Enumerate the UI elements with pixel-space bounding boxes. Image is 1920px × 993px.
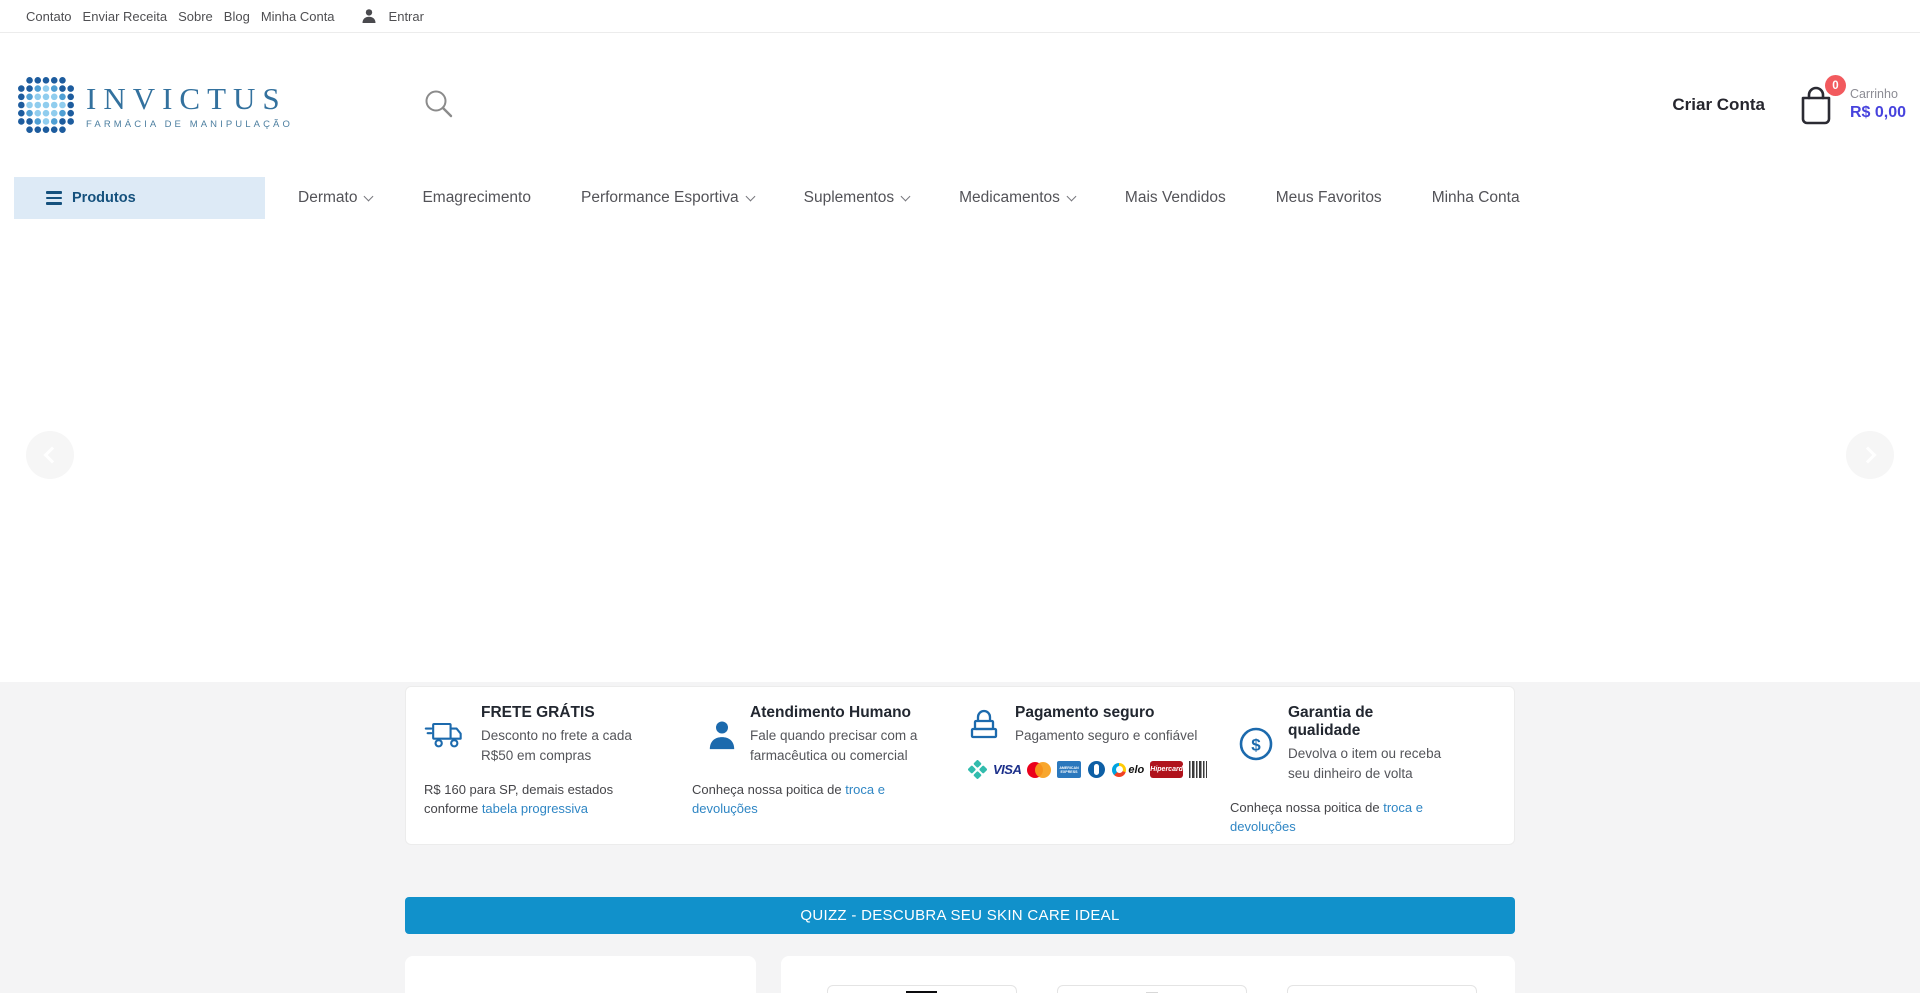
product-card[interactable] [1057,985,1247,993]
hipercard-icon: Hipercard [1150,761,1183,778]
header: INVICTUS FARMÁCIA DE MANIPULAÇÃO Criar C… [0,33,1920,177]
bottom-left-card [405,956,756,993]
hamburger-icon [46,191,62,204]
login-link[interactable]: Entrar [389,9,424,24]
cart-info[interactable]: Carrinho R$ 0,00 [1850,87,1906,123]
svg-text:$: $ [1251,736,1261,755]
boleto-barcode-icon [1189,761,1207,778]
products-menu-button[interactable]: Produtos [14,177,265,219]
elo-icon: elo [1112,761,1144,778]
topbar-link-enviar-receita[interactable]: Enviar Receita [83,9,168,24]
logo[interactable]: INVICTUS FARMÁCIA DE MANIPULAÇÃO [14,73,293,137]
nav-item-emagrecimento[interactable]: Emagrecimento [422,189,531,207]
nav-links: Dermato Emagrecimento Performance Esport… [298,189,1520,207]
topbar-link-contato[interactable]: Contato [26,9,72,24]
logo-text: INVICTUS FARMÁCIA DE MANIPULAÇÃO [86,81,293,130]
benefit-footer: Conheça nossa poitica de troca e devoluç… [692,780,924,818]
bottom-cards-row [405,956,1515,993]
logo-dots-icon [14,73,78,137]
truck-icon [424,718,468,752]
main-nav: Produtos Dermato Emagrecimento Performan… [0,177,1920,219]
hero-carousel [0,219,1920,682]
chevron-left-icon [44,447,61,464]
products-menu-label: Produtos [72,190,136,206]
benefit-description: Fale quando precisar com a farmacêutica … [750,726,928,766]
cart-label: Carrinho [1850,87,1906,103]
diners-icon [1087,761,1106,778]
product-card[interactable] [827,985,1017,993]
benefit-title: Atendimento Humano [750,704,928,722]
money-back-icon: $ [1237,725,1275,763]
benefit-title: Garantia de qualidade [1288,704,1448,740]
carousel-prev-button[interactable] [26,431,74,479]
topbar-link-minha-conta[interactable]: Minha Conta [261,9,335,24]
topbar-link-blog[interactable]: Blog [224,9,250,24]
chevron-down-icon [901,191,911,201]
products-preview-card [781,956,1515,993]
topbar-link-sobre[interactable]: Sobre [178,9,213,24]
benefit-atendimento: Atendimento Humano Fale quando precisar … [667,704,942,844]
cart-total: R$ 0,00 [1850,103,1906,123]
lock-icon [966,708,1002,742]
nav-item-performance-esportiva[interactable]: Performance Esportiva [581,189,754,207]
benefit-title: FRETE GRÁTIS [481,704,657,722]
header-right: Criar Conta 0 Carrinho R$ 0,00 [1672,83,1906,127]
search-icon [421,87,457,123]
create-account-button[interactable]: Criar Conta [1672,95,1765,115]
pix-icon [968,761,987,778]
search-button[interactable] [421,87,457,123]
nav-item-medicamentos[interactable]: Medicamentos [959,189,1075,207]
chevron-down-icon [364,191,374,201]
amex-icon: AMERICAN EXPRESS [1057,761,1082,778]
carousel-next-button[interactable] [1846,431,1894,479]
benefit-title: Pagamento seguro [1015,704,1197,722]
benefit-footer: Conheça nossa poitica de troca e devoluç… [1230,798,1462,836]
mastercard-icon [1027,761,1050,778]
quiz-banner-button[interactable]: QUIZZ - DESCUBRA SEU SKIN CARE IDEAL [405,897,1515,934]
benefit-description: Devolva o item ou receba seu dinheiro de… [1288,744,1448,784]
product-card[interactable] [1287,985,1477,993]
chevron-down-icon [745,191,755,201]
info-section: FRETE GRÁTIS Desconto no frete a cada R$… [0,682,1920,993]
nav-item-mais-vendidos[interactable]: Mais Vendidos [1125,189,1226,207]
payment-methods: VISA AMERICAN EXPRESS elo Hipercard [968,761,1207,778]
user-icon [360,7,378,25]
benefit-pagamento: Pagamento seguro Pagamento seguro e conf… [942,704,1217,844]
benefit-description: Pagamento seguro e confiável [1015,726,1197,746]
person-icon [707,719,737,751]
login-entry[interactable]: Entrar [360,7,435,25]
chevron-down-icon [1066,191,1076,201]
nav-item-suplementos[interactable]: Suplementos [804,189,909,207]
chevron-right-icon [1860,447,1877,464]
topbar: Contato Enviar Receita Sobre Blog Minha … [0,0,1920,33]
quiz-banner-label: QUIZZ - DESCUBRA SEU SKIN CARE IDEAL [800,907,1119,924]
tabela-progressiva-link[interactable]: tabela progressiva [482,801,588,816]
logo-tagline: FARMÁCIA DE MANIPULAÇÃO [86,119,293,130]
visa-icon: VISA [993,761,1021,778]
nav-item-meus-favoritos[interactable]: Meus Favoritos [1276,189,1382,207]
benefits-card: FRETE GRÁTIS Desconto no frete a cada R$… [405,686,1515,845]
benefit-garantia: $ Garantia de qualidade Devolva o item o… [1217,704,1514,844]
logo-name: INVICTUS [86,81,293,117]
cart-button[interactable]: 0 [1795,83,1837,127]
benefit-footer: R$ 160 para SP, demais estados conforme … [424,780,656,818]
nav-item-minha-conta[interactable]: Minha Conta [1432,189,1520,207]
nav-item-dermato[interactable]: Dermato [298,189,372,207]
cart-count-badge: 0 [1825,75,1846,96]
benefit-frete-gratis: FRETE GRÁTIS Desconto no frete a cada R$… [406,704,667,844]
benefit-description: Desconto no frete a cada R$50 em compras [481,726,657,766]
